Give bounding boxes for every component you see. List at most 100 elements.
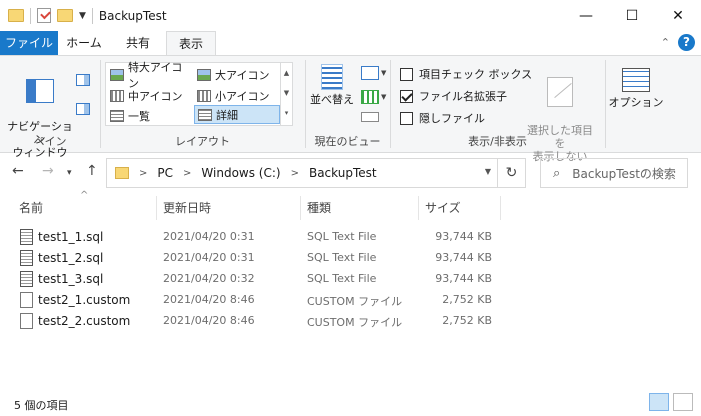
- title-bar: ▼ BackupTest — ☐ ✕: [0, 0, 701, 31]
- hidden-items-checkbox[interactable]: [400, 111, 413, 125]
- file-size: 93,744 KB: [435, 230, 492, 243]
- column-header-type[interactable]: 種類: [304, 196, 416, 220]
- search-box[interactable]: ⌕ BackupTestの検索: [540, 158, 688, 188]
- refresh-button[interactable]: ↻: [497, 159, 525, 187]
- customize-toolbar-dropdown-icon[interactable]: ▼: [79, 11, 86, 21]
- details-view-button[interactable]: [649, 393, 669, 411]
- file-row[interactable]: test1_3.sql 2021/04/20 0:32 SQL Text Fil…: [16, 269, 500, 290]
- maximize-button[interactable]: ☐: [609, 0, 655, 31]
- file-extensions-checkbox[interactable]: [400, 89, 413, 103]
- search-placeholder: BackupTestの検索: [572, 166, 676, 181]
- current-view-group: 並べ替え ▼ ▼ 現在のビュー: [305, 56, 390, 152]
- breadcrumb-folder[interactable]: BackupTest: [309, 166, 377, 180]
- ribbon: ナビゲーション ウィンドウ ペイン 特大アイコン 大アイコン 中アイコン 小アイ…: [0, 55, 701, 163]
- forward-button[interactable]: →: [42, 163, 54, 179]
- column-header-size[interactable]: サイズ: [422, 196, 498, 220]
- hidden-items-toggle[interactable]: 隠しファイル: [400, 110, 485, 126]
- file-type: SQL Text File: [307, 230, 377, 243]
- chevron-down-icon: ▼: [381, 69, 387, 77]
- blank-file-icon: [20, 313, 33, 329]
- file-type: CUSTOM ファイル: [307, 316, 403, 329]
- chevron-down-icon: ▼: [381, 93, 387, 101]
- details-pane-icon[interactable]: [76, 103, 90, 115]
- view-switcher: [649, 393, 693, 411]
- sort-by-icon: [321, 64, 343, 90]
- sort-by-button[interactable]: 並べ替え: [307, 64, 357, 106]
- show-hide-group: 項目チェック ボックス ファイル名拡張子 隠しファイル 選択した項目を 表示しな…: [390, 56, 605, 163]
- file-date: 2021/04/20 8:46: [163, 314, 255, 327]
- toolbar-divider: [91, 7, 93, 24]
- column-header-date[interactable]: 更新日時: [160, 196, 298, 220]
- hidden-items-label: 隠しファイル: [419, 112, 485, 125]
- item-checkboxes-label: 項目チェック ボックス: [419, 68, 533, 81]
- layout-group: レイアウト: [100, 56, 305, 152]
- show-hide-group-label: 表示/非表示: [468, 135, 527, 148]
- window-title: BackupTest: [98, 8, 167, 23]
- file-row[interactable]: test2_1.custom 2021/04/20 8:46 CUSTOM ファ…: [16, 290, 500, 311]
- file-date: 2021/04/20 8:46: [163, 293, 255, 306]
- file-date: 2021/04/20 0:31: [163, 251, 255, 264]
- new-folder-icon[interactable]: [57, 9, 73, 22]
- file-row[interactable]: test1_2.sql 2021/04/20 0:31 SQL Text Fil…: [16, 248, 500, 269]
- options-label: オプション: [608, 96, 664, 109]
- layout-group-label: レイアウト: [175, 135, 230, 148]
- back-button[interactable]: ←: [12, 163, 24, 179]
- file-type: SQL Text File: [307, 272, 377, 285]
- breadcrumb-separator[interactable]: >: [183, 168, 191, 179]
- window-controls: — ☐ ✕: [563, 0, 701, 31]
- file-row[interactable]: test2_2.custom 2021/04/20 8:46 CUSTOM ファ…: [16, 311, 500, 332]
- breadcrumb-pc[interactable]: PC: [157, 166, 173, 180]
- item-checkboxes-toggle[interactable]: 項目チェック ボックス: [400, 66, 532, 82]
- options-icon: [622, 68, 650, 92]
- folder-icon: [115, 167, 129, 179]
- file-row[interactable]: test1_1.sql 2021/04/20 0:31 SQL Text Fil…: [16, 227, 500, 248]
- help-icon[interactable]: ?: [678, 34, 695, 51]
- item-checkboxes-checkbox[interactable]: [400, 67, 413, 81]
- recent-locations-chevron-icon[interactable]: ▾: [67, 168, 72, 178]
- address-history-dropdown-icon[interactable]: ▼: [485, 167, 491, 176]
- file-type: CUSTOM ファイル: [307, 295, 403, 308]
- column-divider[interactable]: [500, 196, 501, 220]
- size-columns-icon[interactable]: [361, 112, 379, 122]
- tab-share[interactable]: 共有: [110, 31, 166, 55]
- tab-view[interactable]: 表示: [166, 31, 216, 56]
- preview-pane-icon[interactable]: [76, 74, 90, 86]
- tab-file[interactable]: ファイル: [0, 31, 58, 55]
- column-header-name[interactable]: 名前: [16, 196, 154, 220]
- current-view-group-label: 現在のビュー: [314, 135, 381, 148]
- column-divider[interactable]: [418, 196, 419, 220]
- sort-by-label: 並べ替え: [310, 93, 354, 106]
- breadcrumb-separator[interactable]: >: [291, 168, 299, 179]
- quick-access-toolbar: ▼: [0, 0, 93, 31]
- sql-file-icon: [20, 229, 33, 245]
- file-size: 93,744 KB: [435, 251, 492, 264]
- file-date: 2021/04/20 0:32: [163, 272, 255, 285]
- address-bar[interactable]: > PC > Windows (C:) > BackupTest ▼ ↻: [106, 158, 526, 188]
- breadcrumb-drive[interactable]: Windows (C:): [201, 166, 280, 180]
- file-extensions-label: ファイル名拡張子: [419, 90, 507, 103]
- status-item-count: 5 個の項目: [14, 399, 69, 412]
- file-name: test2_1.custom: [38, 293, 131, 307]
- file-name: test1_3.sql: [38, 272, 104, 286]
- tab-home[interactable]: ホーム: [58, 31, 110, 55]
- collapse-ribbon-icon[interactable]: ⌃: [661, 36, 670, 49]
- toolbar-divider: [30, 7, 31, 24]
- file-extensions-toggle[interactable]: ファイル名拡張子: [400, 88, 507, 104]
- group-by-icon[interactable]: [361, 66, 379, 80]
- file-name: test2_2.custom: [38, 314, 131, 328]
- properties-icon[interactable]: [37, 8, 51, 23]
- large-icons-view-button[interactable]: [673, 393, 693, 411]
- file-name: test1_1.sql: [38, 230, 104, 244]
- column-divider[interactable]: [300, 196, 301, 220]
- folder-icon: [8, 9, 24, 22]
- file-name: test1_2.sql: [38, 251, 104, 265]
- column-divider[interactable]: [156, 196, 157, 220]
- minimize-button[interactable]: —: [563, 0, 609, 31]
- close-button[interactable]: ✕: [655, 0, 701, 31]
- up-button[interactable]: ↑: [86, 163, 98, 179]
- blank-file-icon: [20, 292, 33, 308]
- options-button[interactable]: オプション: [608, 68, 664, 109]
- breadcrumb-separator[interactable]: >: [139, 168, 147, 179]
- add-columns-icon[interactable]: [361, 90, 379, 104]
- ribbon-tabs: ファイル ホーム 共有 表示 ⌃ ?: [0, 31, 701, 56]
